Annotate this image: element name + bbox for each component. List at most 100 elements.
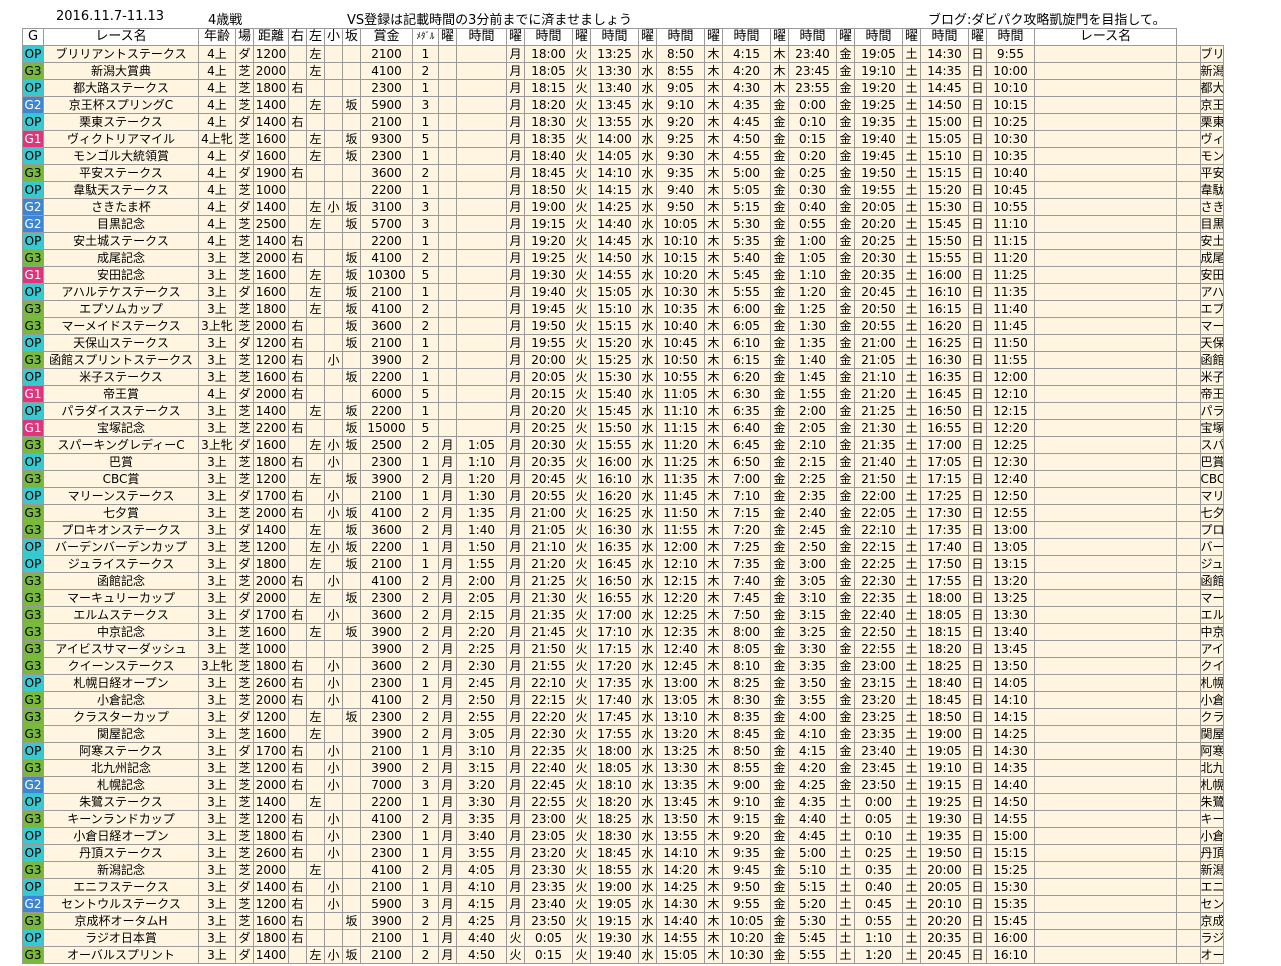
- time-cell: 16:10: [590, 470, 639, 488]
- time-cell: [1176, 878, 1201, 896]
- time-cell: 16:35: [590, 538, 639, 556]
- time-cell: 9:50: [656, 198, 705, 216]
- prize-cell: 4100: [360, 62, 413, 80]
- table-row: G3 成尾記念 3上芝 2000 右坂 4100 2 月 19:25 火 14:50 水 10:15 木 5…: [22, 249, 1224, 267]
- race-name: 阿寒ステークス: [43, 742, 199, 760]
- weekday-cell: 月: [438, 844, 457, 862]
- column-header: 曜: [968, 28, 987, 46]
- weekday-cell: 土: [902, 181, 921, 199]
- prize-cell: 2300: [360, 827, 413, 845]
- weekday-cell: 日: [968, 929, 987, 947]
- time-cell: [1176, 657, 1201, 675]
- time-cell: 0:30: [788, 181, 837, 199]
- right-turn-cell: 右: [288, 742, 307, 760]
- weekday-cell: 月: [506, 351, 525, 369]
- weekday-cell: 金: [836, 198, 855, 216]
- right-turn-cell: [288, 402, 307, 420]
- weekday-cell: 水: [638, 300, 657, 318]
- time-cell: 11:55: [986, 351, 1035, 369]
- time-cell: 0:10: [788, 113, 837, 131]
- surface-cell: ダ: [235, 878, 254, 896]
- time-cell: [1176, 215, 1201, 233]
- time-cell: 15:15: [590, 317, 639, 335]
- age-cell: 4上牝: [198, 130, 236, 148]
- time-cell: [1176, 606, 1201, 624]
- right-turn-cell: [288, 946, 307, 964]
- time-cell: [1176, 623, 1201, 641]
- weekday-cell: [1034, 589, 1177, 607]
- small-course-cell: [324, 62, 343, 80]
- time-cell: 3:35: [456, 810, 507, 828]
- table-row: G1 帝王賞 4上ダ 2000 右 6000 5 月 20:15 火 15:40 水 11:05 木 6:3…: [22, 385, 1224, 403]
- weekday-cell: 月: [438, 776, 457, 794]
- right-turn-cell: [288, 623, 307, 641]
- time-cell: 13:20: [656, 725, 705, 743]
- time-cell: 12:20: [986, 419, 1035, 437]
- right-turn-cell: [288, 62, 307, 80]
- weekday-cell: 水: [638, 147, 657, 165]
- weekday-cell: 木: [704, 249, 723, 267]
- weekday-cell: 日: [968, 657, 987, 675]
- weekday-cell: 金: [770, 946, 789, 964]
- medal-cell: 3: [412, 215, 439, 233]
- weekday-cell: 火: [572, 45, 591, 63]
- weekday-cell: 月: [506, 844, 525, 862]
- weekday-cell: 木: [704, 334, 723, 352]
- race-name: 安土城ステークス: [43, 232, 199, 250]
- race-name-right: 新潟大賞典: [1199, 62, 1224, 80]
- distance-cell: 1000: [253, 181, 289, 199]
- weekday-cell: 火: [572, 555, 591, 573]
- weekday-cell: 土: [902, 487, 921, 505]
- medal-cell: 1: [412, 453, 439, 471]
- weekday-cell: 木: [704, 861, 723, 879]
- medal-cell: 1: [412, 538, 439, 556]
- race-name: ラジオ日本賞: [43, 929, 199, 947]
- time-cell: 19:00: [590, 878, 639, 896]
- time-cell: 15:10: [920, 147, 969, 165]
- race-name-right: ヴィクトリアマイル: [1199, 130, 1224, 148]
- surface-cell: 芝: [235, 62, 254, 80]
- prize-cell: 4100: [360, 249, 413, 267]
- surface-cell: ダ: [235, 708, 254, 726]
- weekday-cell: 日: [968, 232, 987, 250]
- left-turn-cell: 左: [306, 555, 325, 573]
- weekday-cell: 火: [572, 402, 591, 420]
- weekday-cell: [1034, 317, 1177, 335]
- weekday-cell: 金: [770, 419, 789, 437]
- weekday-cell: [1034, 878, 1177, 896]
- medal-cell: 1: [412, 878, 439, 896]
- race-name: 安田記念: [43, 266, 199, 284]
- small-course-cell: [324, 385, 343, 403]
- weekday-cell: 金: [770, 283, 789, 301]
- surface-cell: 芝: [235, 368, 254, 386]
- time-cell: [456, 164, 507, 182]
- race-name-right: ラジオ日本賞: [1199, 929, 1224, 947]
- age-cell: 3上: [198, 827, 236, 845]
- weekday-cell: 金: [770, 674, 789, 692]
- weekday-cell: 火: [572, 742, 591, 760]
- time-cell: 18:30: [590, 827, 639, 845]
- time-cell: 3:30: [788, 640, 837, 658]
- time-cell: 1:55: [456, 555, 507, 573]
- weekday-cell: 日: [968, 538, 987, 556]
- right-turn-cell: 右: [288, 232, 307, 250]
- time-cell: 14:55: [656, 929, 705, 947]
- time-cell: 13:25: [986, 589, 1035, 607]
- table-row: OP モンゴル大統領賞 4上ダ 1600 左坂 2300 1 月 18:40 火 14:05 水 9:3…: [22, 147, 1224, 165]
- time-cell: 0:05: [854, 810, 903, 828]
- time-cell: 7:20: [722, 521, 771, 539]
- time-cell: 18:55: [590, 861, 639, 879]
- weekday-cell: [438, 300, 457, 318]
- weekday-cell: 木: [704, 912, 723, 930]
- time-cell: [1176, 521, 1201, 539]
- time-cell: 19:55: [854, 181, 903, 199]
- distance-cell: 2000: [253, 385, 289, 403]
- time-cell: 8:10: [722, 657, 771, 675]
- time-cell: 10:25: [986, 113, 1035, 131]
- weekday-cell: 水: [638, 436, 657, 454]
- left-turn-cell: [306, 181, 325, 199]
- medal-cell: 1: [412, 827, 439, 845]
- time-cell: 14:25: [590, 198, 639, 216]
- weekday-cell: 水: [638, 657, 657, 675]
- grade-badge: G3: [22, 725, 44, 743]
